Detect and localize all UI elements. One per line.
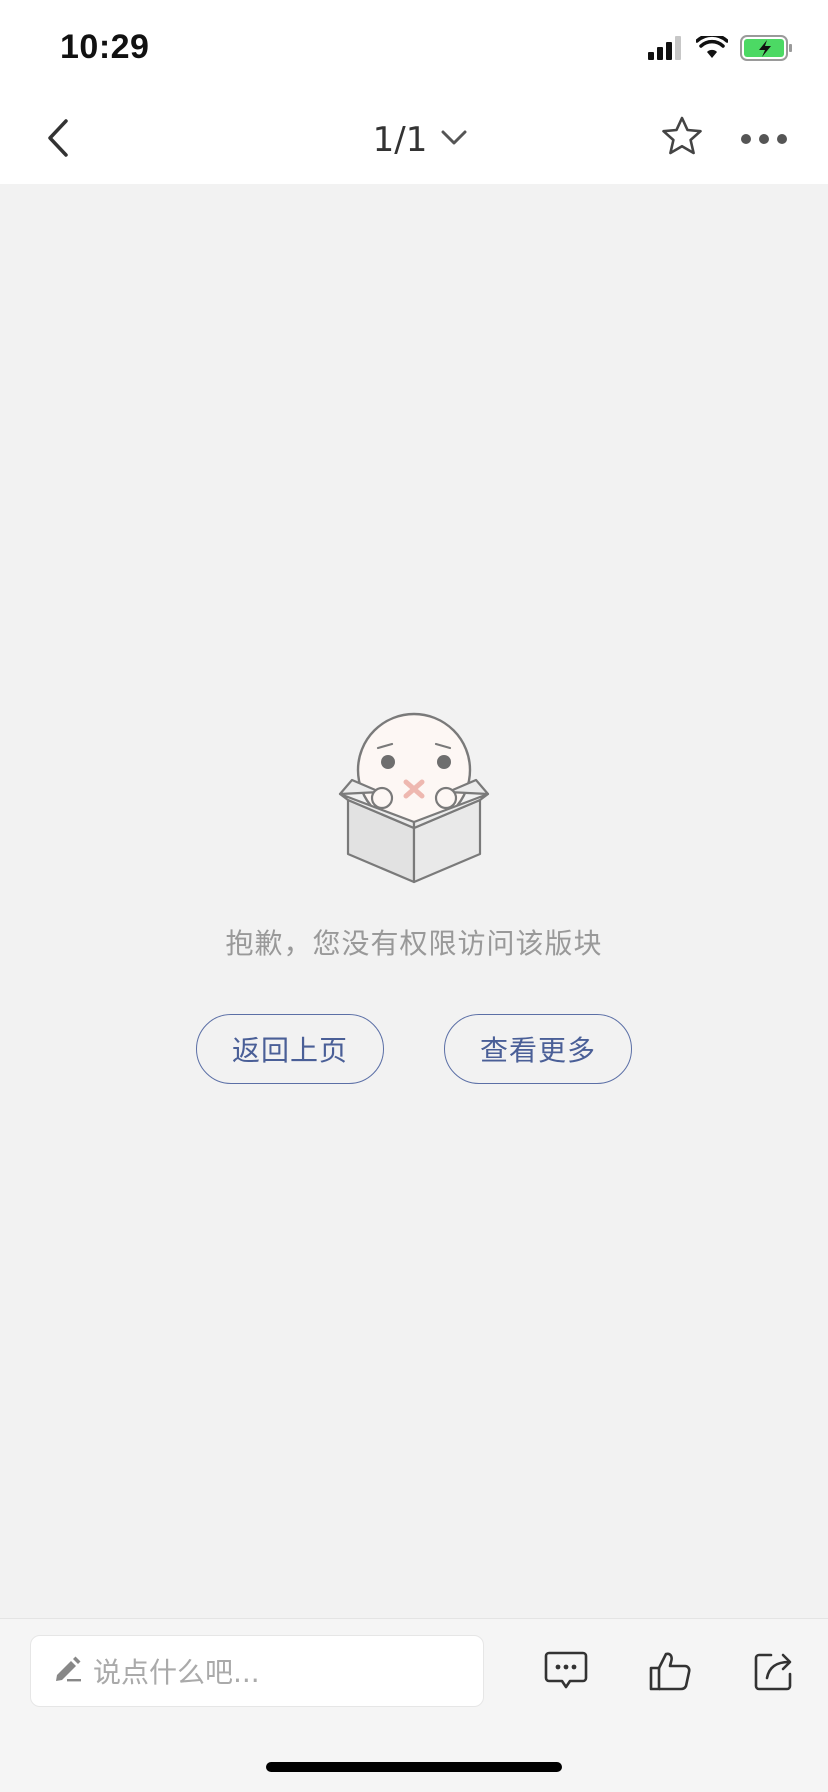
pencil-icon — [53, 1655, 83, 1687]
more-button[interactable] — [736, 110, 792, 166]
star-outline-icon — [661, 116, 703, 160]
thumbs-up-icon — [648, 1650, 692, 1696]
like-button[interactable] — [642, 1645, 698, 1701]
comment-input[interactable]: 说点什么吧... — [30, 1635, 484, 1707]
page-selector[interactable]: 1/1 — [360, 112, 480, 168]
chevron-down-icon — [441, 130, 467, 150]
no-permission-message: 抱歉，您没有权限访问该版块 — [225, 927, 603, 960]
sad-face-in-box-illustration — [334, 710, 494, 890]
nav-bar: 1/1 — [0, 96, 828, 184]
status-bar: 10:29 — [0, 0, 828, 96]
more-dots-icon — [741, 129, 787, 148]
back-button[interactable] — [30, 112, 86, 168]
wifi-icon — [695, 33, 729, 64]
status-time: 10:29 — [60, 28, 150, 66]
comment-icon — [544, 1650, 588, 1696]
status-icons — [648, 33, 794, 66]
page-indicator: 1/1 — [372, 120, 428, 160]
signal-icon — [648, 36, 684, 64]
share-button[interactable] — [746, 1645, 802, 1701]
chevron-left-icon — [44, 118, 72, 162]
go-back-button[interactable]: 返回上页 — [196, 1014, 384, 1084]
share-icon — [753, 1650, 795, 1696]
battery-charging-icon — [740, 35, 794, 65]
home-indicator — [266, 1762, 562, 1772]
favorite-button[interactable] — [656, 110, 708, 166]
comment-button[interactable] — [538, 1645, 594, 1701]
comment-placeholder: 说点什么吧... — [93, 1656, 260, 1689]
view-more-button[interactable]: 查看更多 — [444, 1014, 632, 1084]
